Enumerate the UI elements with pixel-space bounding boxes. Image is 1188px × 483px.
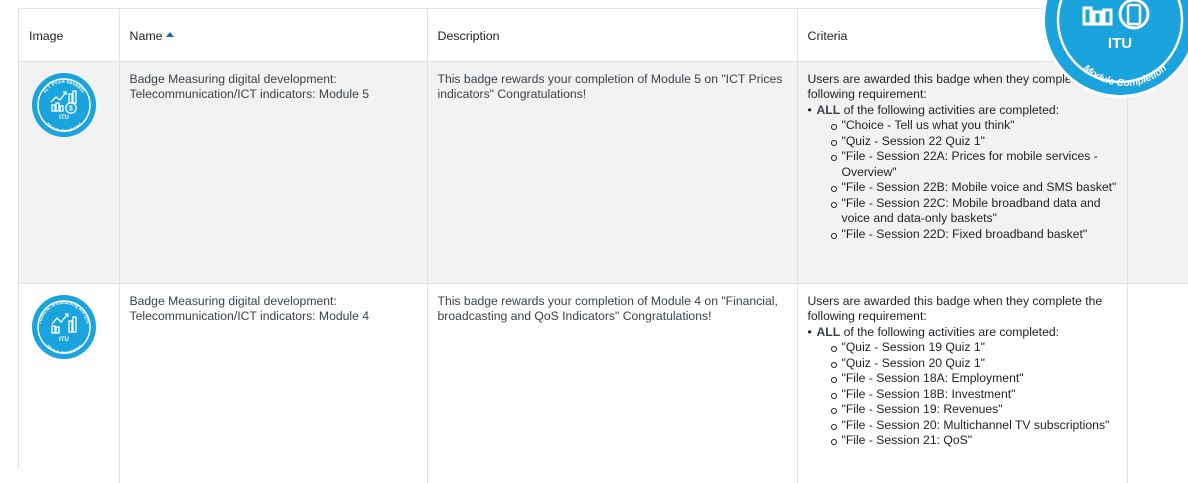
criteria-list: ALL of the following activities are comp… xyxy=(808,325,1117,449)
badge-name-cell: Badge Measuring digital development: Tel… xyxy=(119,282,428,483)
badge-description: This badge rewards your completion of Mo… xyxy=(437,293,778,324)
criteria-item: ALL of the following activities are comp… xyxy=(808,324,1117,449)
activity-item: "File - Session 22A: Prices for mobile s… xyxy=(830,149,1117,180)
column-header-criteria-label: Criteria xyxy=(807,29,848,43)
badge-preview-enlarged: ITU Module Completion xyxy=(1042,0,1188,98)
badge-image-module-4[interactable]: Financial, broadcasting and QoS Module C… xyxy=(31,294,97,360)
badge-org-text: ITU xyxy=(59,337,69,343)
table-row: ICT Price baskets Module Completion $ IT… xyxy=(19,60,1188,283)
badges-table: Image Name Description Criteria ICT Pric… xyxy=(19,9,1188,483)
badge-description: This badge rewards your completion of Mo… xyxy=(437,71,783,102)
badge-org-text: ITU xyxy=(59,115,69,121)
column-header-description-label: Description xyxy=(437,29,500,43)
badge-name[interactable]: Badge Measuring digital development: Tel… xyxy=(130,72,370,102)
activity-item: "Choice - Tell us what you think" xyxy=(830,118,1117,134)
column-header-name[interactable]: Name xyxy=(119,9,428,61)
badge-criteria-cell: Users are awarded this badge when they c… xyxy=(797,282,1128,483)
activity-item: "File - Session 18A: Employment" xyxy=(830,371,1117,387)
activity-item: "Quiz - Session 22 Quiz 1" xyxy=(830,134,1117,150)
criteria-all-rest: of the following activities are complete… xyxy=(840,324,1060,339)
criteria-all-rest: of the following activities are complete… xyxy=(840,102,1060,117)
activity-item: "File - Session 20: Multichannel TV subs… xyxy=(830,418,1117,434)
criteria-list: ALL of the following activities are comp… xyxy=(808,103,1117,243)
badges-table-container: Image Name Description Criteria ICT Pric… xyxy=(18,8,1188,483)
activity-item: "File - Session 18B: Investment" xyxy=(830,387,1117,403)
activity-item: "File - Session 22D: Fixed broadband bas… xyxy=(830,227,1117,243)
column-header-image: Image xyxy=(19,9,120,61)
table-row: Financial, broadcasting and QoS Module C… xyxy=(19,282,1188,483)
badge-name[interactable]: Badge Measuring digital development: Tel… xyxy=(130,294,370,324)
badge-image-cell: ICT Price baskets Module Completion $ IT… xyxy=(19,60,120,283)
criteria-intro: Users are awarded this badge when they c… xyxy=(807,293,1103,324)
corner-badge-org-text: ITU xyxy=(1108,35,1132,52)
activities-list: "Choice - Tell us what you think" "Quiz … xyxy=(817,118,1117,242)
activity-item: "File - Session 22B: Mobile voice and SM… xyxy=(830,180,1117,196)
criteria-all-word: ALL xyxy=(816,102,841,117)
sort-ascending-icon[interactable] xyxy=(165,32,174,37)
badge-description-cell: This badge rewards your completion of Mo… xyxy=(427,60,798,283)
badge-name-cell: Badge Measuring digital development: Tel… xyxy=(119,60,428,283)
criteria-item: ALL of the following activities are comp… xyxy=(808,102,1117,243)
activities-list: "Quiz - Session 19 Quiz 1" "Quiz - Sessi… xyxy=(817,340,1117,449)
column-header-description: Description xyxy=(427,9,798,61)
column-header-name-label[interactable]: Name xyxy=(130,29,163,43)
table-header-row: Image Name Description Criteria xyxy=(19,9,1188,61)
activity-item: "Quiz - Session 19 Quiz 1" xyxy=(830,340,1117,356)
activity-item: "File - Session 21: QoS" xyxy=(830,433,1117,449)
extra-cell xyxy=(1127,282,1188,483)
activity-item: "Quiz - Session 20 Quiz 1" xyxy=(830,356,1117,372)
badge-description-cell: This badge rewards your completion of Mo… xyxy=(427,282,798,483)
activity-item: "File - Session 22C: Mobile broadband da… xyxy=(830,196,1117,227)
badge-image-module-5[interactable]: ICT Price baskets Module Completion $ IT… xyxy=(31,72,97,138)
activity-item: "File - Session 19: Revenues" xyxy=(830,402,1117,418)
column-header-image-label: Image xyxy=(29,29,64,43)
badge-image-cell: Financial, broadcasting and QoS Module C… xyxy=(19,282,120,483)
svg-text:$: $ xyxy=(69,105,73,112)
criteria-all-word: ALL xyxy=(816,324,841,339)
